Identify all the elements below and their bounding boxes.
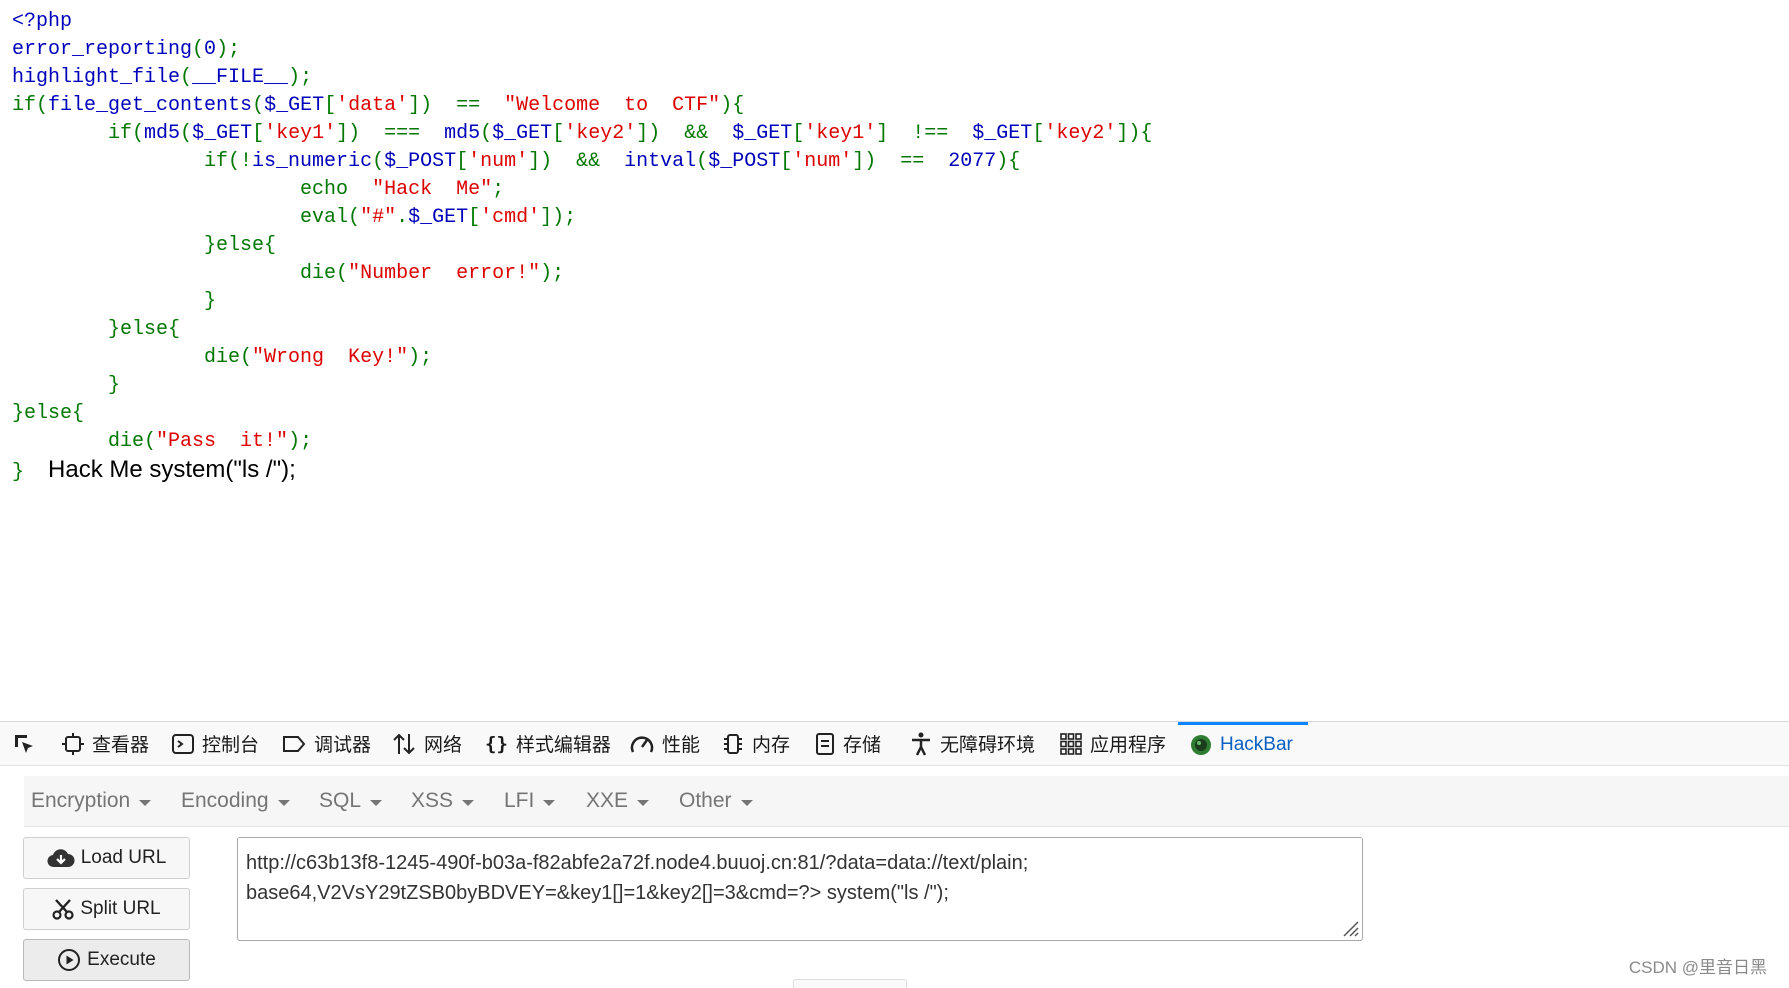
execute-button[interactable]: Execute (23, 939, 190, 981)
splitter-handle[interactable] (793, 979, 907, 988)
split-url-button[interactable]: Split URL (23, 888, 190, 930)
menu-lfi[interactable]: LFI (504, 776, 556, 826)
tab-inspector[interactable]: 查看器 (62, 722, 149, 765)
php-source-code: <?php error_reporting(0); highlight_file… (12, 10, 1153, 484)
hackbar-icon (1191, 735, 1211, 755)
tab-memory[interactable]: 内存 (722, 722, 790, 765)
chevron-down-icon (740, 799, 753, 806)
tab-performance[interactable]: 性能 (630, 722, 700, 765)
play-icon (58, 949, 81, 971)
menu-encryption[interactable]: Encryption (31, 776, 152, 826)
watermark: CSDN @里音日黑 (1628, 958, 1767, 977)
debugger-icon (283, 735, 306, 752)
hackbar-menu-bar: Encryption Encoding SQL XSS LFI XXE Othe… (24, 776, 1789, 827)
devtools-panel: 查看器 控制台 调试器 网络 {} 样式编辑器 性能 内存 存储 无障碍环境 应… (0, 721, 1789, 988)
network-icon (393, 733, 415, 754)
menu-other[interactable]: Other (679, 776, 753, 826)
accessibility-icon (912, 732, 930, 756)
chevron-down-icon (139, 799, 152, 806)
application-icon (1060, 732, 1082, 755)
tab-style-editor[interactable]: {} 样式编辑器 (485, 722, 611, 765)
menu-xxe[interactable]: XXE (586, 776, 650, 826)
scissors-icon (52, 899, 74, 920)
storage-icon (816, 732, 834, 755)
devtools-toolbar: 查看器 控制台 调试器 网络 {} 样式编辑器 性能 内存 存储 无障碍环境 应… (0, 721, 1789, 766)
tab-debugger[interactable]: 调试器 (282, 722, 371, 765)
resize-handle-icon[interactable] (1341, 919, 1359, 937)
console-icon (172, 733, 194, 754)
chevron-down-icon (277, 799, 290, 806)
pick-element-button[interactable] (12, 722, 44, 765)
chevron-down-icon (543, 799, 556, 806)
tab-storage[interactable]: 存储 (815, 722, 881, 765)
menu-encoding[interactable]: Encoding (181, 776, 290, 826)
menu-sql[interactable]: SQL (319, 776, 383, 826)
url-input[interactable]: http://c63b13f8-1245-490f-b03a-f82abfe2a… (237, 837, 1363, 941)
url-line: base64,V2VsY29tZSB0byBDVEY=&key1[]=1&key… (246, 882, 949, 904)
performance-icon (630, 735, 654, 753)
pick-element-icon (15, 734, 33, 753)
style-editor-icon: {} (485, 732, 508, 755)
inspector-icon (62, 732, 84, 755)
tab-network[interactable]: 网络 (392, 722, 462, 765)
cloud-download-icon (47, 849, 75, 868)
url-line: http://c63b13f8-1245-490f-b03a-f82abfe2a… (246, 852, 1029, 874)
tab-accessibility[interactable]: 无障碍环境 (910, 722, 1035, 765)
chevron-down-icon (462, 799, 475, 806)
page-output: Hack Me system("ls /"); (48, 456, 296, 483)
memory-icon (724, 733, 742, 754)
chevron-down-icon (370, 799, 383, 806)
load-url-button[interactable]: Load URL (23, 837, 190, 879)
tab-hackbar[interactable]: HackBar (1178, 722, 1308, 765)
chevron-down-icon (637, 799, 650, 806)
code-line: <?php (12, 10, 73, 33)
tab-console[interactable]: 控制台 (172, 722, 259, 765)
tab-application[interactable]: 应用程序 (1060, 722, 1166, 765)
menu-xss[interactable]: XSS (411, 776, 475, 826)
